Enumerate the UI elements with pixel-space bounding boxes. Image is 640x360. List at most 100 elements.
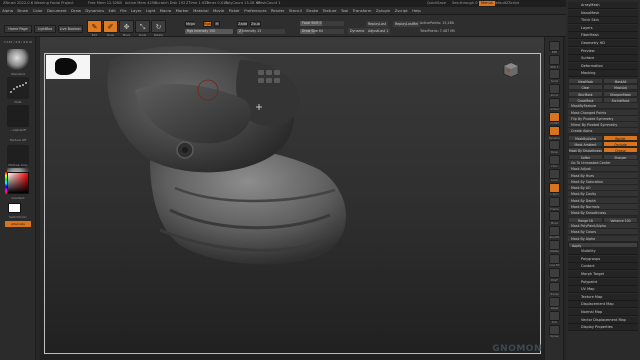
softer-button[interactable]: Softer	[568, 153, 603, 160]
subpalette-surface[interactable]: Surface	[568, 55, 638, 63]
subpalette-arraymesh[interactable]: ArrayMesh	[568, 2, 638, 9]
subpalette-deformation[interactable]: Deformation	[568, 62, 638, 70]
tab-lightbox[interactable]: LightBox	[34, 25, 56, 33]
subpalette-nanomesh[interactable]: NanoMesh	[568, 9, 638, 17]
menu-file[interactable]: File	[118, 7, 129, 14]
see-through-slider[interactable]: See-through 0	[452, 0, 478, 7]
shelf-frame-button[interactable]	[549, 197, 560, 208]
zadd-button[interactable]: Zadd	[237, 21, 248, 27]
shelf-actual-button[interactable]	[549, 97, 560, 108]
subpalette-layers[interactable]: Layers	[568, 24, 638, 32]
apply-button[interactable]: Apply	[568, 241, 638, 248]
menu-transform[interactable]: Transform	[350, 7, 373, 14]
brush-thumbnail[interactable]	[7, 49, 29, 71]
shelf-bpr-button[interactable]	[549, 41, 560, 51]
subpalette-preview[interactable]: Preview	[568, 47, 638, 55]
hue-strip[interactable]	[5, 172, 7, 194]
subpalette-geometry-hd[interactable]: Geometry HD	[568, 40, 638, 47]
shelf-persp-button[interactable]	[549, 140, 560, 151]
dynamic-button[interactable]: Dynamic	[348, 28, 367, 34]
orientation-cube-icon[interactable]	[503, 62, 519, 79]
mask-by-feature-button[interactable]: MaskByFeature	[568, 103, 638, 110]
default-zscript[interactable]: DefaultZScript	[493, 0, 519, 7]
focal-shift-slider[interactable]: Focal Shift 0	[300, 21, 344, 26]
menu-material[interactable]: Material	[191, 7, 211, 14]
shelf-rotate-button[interactable]	[549, 239, 560, 250]
move-button[interactable]: ✥	[119, 20, 134, 33]
menu-picker[interactable]: Picker	[226, 7, 242, 14]
replay-last-button[interactable]: ReplayLast	[366, 21, 389, 27]
clear-mask-button[interactable]: Clear	[568, 84, 603, 91]
main-color-swatch[interactable]	[8, 203, 21, 213]
mask-polypaint-button[interactable]: Mask PolyPaint/Alpha	[568, 222, 638, 229]
menu-draw[interactable]: Draw	[69, 7, 83, 14]
mask-by-alpha-button[interactable]: MaskByAlpha	[568, 134, 603, 141]
menu-stroke[interactable]: Stroke	[304, 7, 320, 14]
shelf-xpose-button[interactable]	[549, 325, 560, 335]
draw-button[interactable]: ✐	[103, 20, 118, 33]
shelf-local-button[interactable]	[549, 168, 560, 179]
quicksave-button[interactable]: QuickSave	[427, 0, 446, 7]
crease-button[interactable]: Crease	[603, 147, 638, 154]
menu-light[interactable]: Light	[144, 7, 158, 14]
edit-button[interactable]: ✎	[87, 20, 102, 33]
mask-by-hue-button[interactable]: Mask By Hues	[568, 172, 638, 179]
view-mask-button[interactable]: ViewMask	[568, 78, 603, 84]
menu-help[interactable]: Help	[410, 7, 423, 14]
shelf-move-button[interactable]	[549, 211, 560, 222]
subpalette-displacement-map[interactable]: Displacement Map	[568, 301, 638, 309]
shelf-scroll-button[interactable]	[549, 69, 560, 80]
color-picker[interactable]	[7, 172, 29, 194]
shelf-zoomd-button[interactable]	[549, 225, 560, 236]
menu-zscript[interactable]: Zscript	[392, 7, 410, 14]
mask-by-depth-button[interactable]: Mask By Depth	[568, 197, 638, 204]
mask-by-smoothness-toggle[interactable]: Mask By Smoothness	[568, 147, 603, 154]
menu-edit[interactable]: Edit	[106, 7, 118, 14]
blur-mask-button[interactable]: BlurMask	[568, 90, 603, 97]
menu-layer[interactable]: Layer	[129, 7, 144, 14]
menu-texture[interactable]: Texture	[320, 7, 338, 14]
menu-render[interactable]: Render	[269, 7, 287, 14]
shelf-aahalf-button[interactable]	[549, 112, 560, 122]
menu-preferences[interactable]: Preferences	[242, 7, 269, 14]
menu-marker[interactable]: Marker	[173, 7, 191, 14]
shelf-dynamic-button[interactable]	[549, 126, 560, 137]
shrink-mask-button[interactable]: ShrinkMask	[603, 96, 638, 103]
subpalette-morph-target[interactable]: Morph Target	[568, 270, 638, 278]
shelf-transp-button[interactable]	[549, 282, 560, 293]
m-button[interactable]: M	[214, 21, 220, 27]
menu-zplugin[interactable]: Zplugin	[374, 7, 393, 14]
z-intensity-slider[interactable]: Z Intensity 13	[237, 29, 285, 34]
mask-changed-points-button[interactable]: Mask Changed Points	[568, 109, 638, 116]
subpalette-masking[interactable]: Masking	[568, 70, 638, 78]
mask-adj-button[interactable]: MaskAdj	[603, 84, 638, 91]
subpalette-contact[interactable]: Contact	[568, 263, 638, 271]
go-to-unmasked-center-button[interactable]: Go To Unmasked Center	[568, 159, 638, 166]
rotate-button[interactable]: ↻	[151, 20, 166, 33]
sharpen-mask-button[interactable]: SharpenMask	[603, 90, 638, 97]
subpalette-uv-map[interactable]: UV Map	[568, 286, 638, 294]
mask-by-saturation-button[interactable]: Mask By Saturation	[568, 178, 638, 185]
tab-home-page[interactable]: Home Page	[4, 25, 32, 33]
menu-stencil[interactable]: Stencil	[287, 7, 304, 14]
shelf-line-fill-button[interactable]	[549, 254, 560, 264]
subpalette-polygroups[interactable]: Polygroups	[568, 255, 638, 263]
shelf-l-sym-button[interactable]	[549, 183, 560, 193]
mask-by-cavity-button[interactable]: Mask By Cavity	[568, 191, 638, 198]
menu-movie[interactable]: Movie	[211, 7, 227, 14]
menu-tool[interactable]: Tool	[339, 7, 351, 14]
mask-all-button[interactable]: MaskAll	[603, 78, 638, 84]
shelf-polyf-button[interactable]	[549, 268, 560, 279]
shelf-spix-3-button[interactable]	[549, 55, 560, 66]
flip-pivot-button[interactable]: Flip By Pivoted Symmetry	[568, 115, 638, 122]
mask-by-colors-button[interactable]: Mask By Colors	[568, 229, 638, 236]
subpalette-thick-skin[interactable]: Thick Skin	[568, 17, 638, 25]
menu-color[interactable]: Color	[31, 7, 45, 14]
subpalette-display-properties[interactable]: Display Properties	[568, 324, 638, 332]
mask-by-alpha-sub-button[interactable]: Mask By Alpha	[568, 235, 638, 242]
scale-button[interactable]: ⤡	[135, 20, 150, 33]
replay-last-rel-button[interactable]: ReplayLastRel	[393, 21, 421, 27]
shelf-solo-button[interactable]	[549, 310, 560, 321]
stroke-thumbnail[interactable]	[7, 77, 29, 99]
menu-macro[interactable]: Macro	[158, 7, 174, 14]
